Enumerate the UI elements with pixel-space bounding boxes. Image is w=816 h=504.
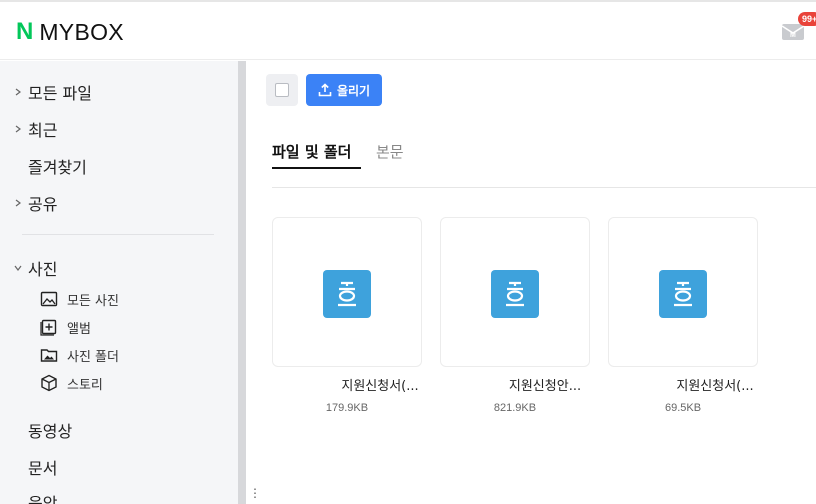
sidebar-item-label: 사진 — [28, 260, 58, 279]
hwp-file-icon — [659, 270, 707, 318]
sidebar-subitem-album[interactable]: 앨범 — [40, 317, 91, 337]
file-name[interactable]: 지원신청안... — [470, 375, 620, 394]
image-icon — [40, 291, 58, 307]
hwp-file-icon — [323, 270, 371, 318]
album-plus-icon — [40, 319, 57, 336]
naver-n-logo: N — [16, 18, 34, 45]
sidebar-subitem-label: 모든 사진 — [67, 293, 119, 309]
select-all-checkbox[interactable] — [266, 74, 298, 106]
resize-handle-icon[interactable]: ⋮ — [249, 487, 261, 499]
active-tab-underline — [272, 167, 361, 169]
sidebar-item-label: 즐겨찾기 — [28, 158, 87, 177]
tab-files-and-folders[interactable]: 파일 및 폴더 — [272, 141, 351, 165]
sidebar-scrollbar[interactable] — [238, 61, 246, 504]
chevron-right-icon — [15, 125, 21, 133]
file-size: 179.9KB — [325, 402, 369, 414]
file-size: 821.9KB — [493, 402, 537, 414]
sidebar-subitem-photo-folder[interactable]: 사진 폴더 — [40, 345, 119, 365]
checkbox-box — [275, 83, 289, 97]
cube-icon — [41, 374, 57, 392]
tabs-divider — [272, 187, 816, 188]
chevron-right-icon — [15, 199, 21, 207]
sidebar-subitem-label: 앨범 — [67, 321, 91, 337]
chevron-right-icon — [15, 88, 21, 96]
sidebar-subitem-label: 사진 폴더 — [67, 349, 119, 365]
file-size: 69.5KB — [664, 402, 702, 414]
photo-folder-icon — [40, 349, 58, 362]
file-name[interactable]: 지원신청서(... — [640, 375, 790, 394]
sidebar-item-label: 동영상 — [28, 422, 73, 441]
file-card[interactable] — [272, 217, 422, 367]
sidebar-subitem-all-photos[interactable]: 모든 사진 — [40, 289, 119, 309]
sidebar-divider — [22, 234, 214, 235]
chevron-down-icon — [14, 265, 22, 271]
sidebar-item-label: 최근 — [28, 121, 58, 140]
upload-button-label: 올리기 — [336, 83, 371, 98]
mybox-logo[interactable]: N MYBOX — [16, 18, 124, 45]
file-card[interactable] — [608, 217, 758, 367]
file-card[interactable] — [440, 217, 590, 367]
sidebar-item-label: 공유 — [28, 195, 58, 214]
sidebar-item-label: 모든 파일 — [28, 84, 92, 103]
svg-text:M: M — [790, 32, 796, 39]
upload-button[interactable]: 올리기 — [306, 74, 382, 106]
sidebar-subitem-story[interactable]: 스토리 — [40, 373, 103, 393]
logo-text: MYBOX — [39, 19, 124, 45]
tab-body[interactable]: 본문 — [376, 141, 404, 165]
sidebar-subitem-label: 스토리 — [67, 377, 103, 393]
mail-count-badge: 99+ — [798, 12, 816, 26]
top-bar: N MYBOX — [0, 0, 816, 60]
hwp-file-icon — [491, 270, 539, 318]
sidebar-item-label: 문서 — [28, 459, 58, 478]
file-name[interactable]: 지원신청서(... — [305, 375, 455, 394]
upload-icon — [318, 83, 332, 97]
sidebar-item-label: 음악 — [28, 494, 58, 504]
